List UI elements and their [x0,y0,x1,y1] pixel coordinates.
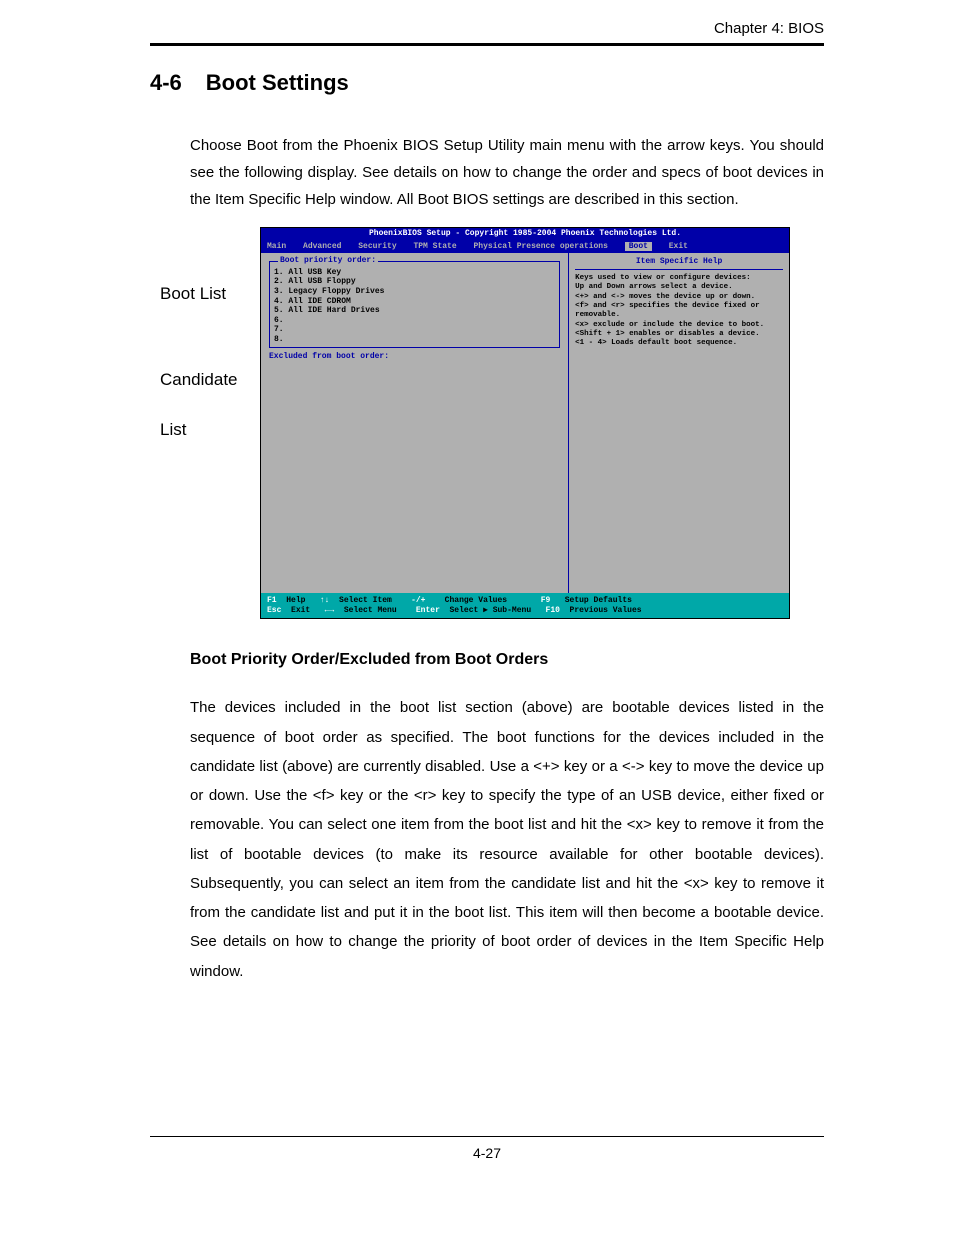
boot-item[interactable]: 3. Legacy Floppy Drives [274,287,555,297]
help-title: Item Specific Help [575,257,783,270]
label-candidate: Candidate [160,369,260,391]
bios-screenshot: PhoenixBIOS Setup - Copyright 1985-2004 … [260,227,790,619]
footer-select-menu: Select Menu [344,606,397,615]
key-plusminus: -/+ [411,596,425,605]
footer-change-values: Change Values [445,596,507,605]
boot-item[interactable]: 1. All USB Key [274,268,555,278]
label-boot-list: Boot List [160,283,260,305]
header-rule [150,43,824,46]
bios-help-pane: Item Specific Help Keys used to view or … [568,253,789,593]
menu-boot[interactable]: Boot [625,242,652,251]
boot-item[interactable]: 5. All IDE Hard Drives [274,306,555,316]
footer-defaults: Setup Defaults [565,596,632,605]
figure-row: Boot List Candidate List PhoenixBIOS Set… [160,227,824,619]
boot-item[interactable]: 2. All USB Floppy [274,277,555,287]
footer-select-item: Select Item [339,596,392,605]
key-enter: Enter [416,606,440,615]
subheading: Boot Priority Order/Excluded from Boot O… [190,651,824,669]
footer-rule [150,1136,824,1137]
boot-priority-label: Boot priority order: [278,256,378,265]
section-title-text: Boot Settings [206,70,349,95]
bios-body: Boot priority order: 1. All USB Key 2. A… [261,253,789,593]
key-leftright: ←→ [325,606,335,615]
key-f1: F1 [267,596,277,605]
boot-item[interactable]: 4. All IDE CDROM [274,297,555,307]
label-list: List [160,419,260,441]
key-f9: F9 [541,596,551,605]
boot-items: 1. All USB Key 2. All USB Floppy 3. Lega… [274,268,555,345]
boot-item[interactable]: 8. [274,335,555,345]
boot-item[interactable]: 6. [274,316,555,326]
boot-item[interactable]: 7. [274,325,555,335]
excluded-label: Excluded from boot order: [269,352,560,362]
footer-submenu: Select ▶ Sub-Menu [449,606,531,615]
chapter-header: Chapter 4: BIOS [150,20,824,37]
footer-exit: Exit [291,606,310,615]
document-page: Chapter 4: BIOS 4-6 Boot Settings Choose … [0,0,954,1201]
footer-prev-values: Previous Values [570,606,642,615]
menu-advanced[interactable]: Advanced [303,242,341,251]
menu-tpm[interactable]: TPM State [413,242,456,251]
menu-security[interactable]: Security [358,242,396,251]
key-updown: ↑↓ [320,596,330,605]
section-heading: 4-6 Boot Settings [150,70,824,96]
page-number: 4-27 [150,1145,824,1161]
footer-help: Help [286,596,305,605]
help-text: Keys used to view or configure devices: … [575,274,783,349]
side-labels: Boot List Candidate List [160,227,260,441]
key-esc: Esc [267,606,281,615]
menu-main[interactable]: Main [267,242,286,251]
body-paragraph: The devices included in the boot list se… [190,693,824,986]
key-f10: F10 [546,606,560,615]
intro-paragraph: Choose Boot from the Phoenix BIOS Setup … [190,132,824,213]
bios-left-pane: Boot priority order: 1. All USB Key 2. A… [261,253,568,593]
bios-footer: F1 Help ↑↓ Select Item -/+ Change Values… [261,593,789,618]
menu-ppo[interactable]: Physical Presence operations [473,242,607,251]
bios-menu-bar: Main Advanced Security TPM State Physica… [261,240,789,254]
boot-priority-box: Boot priority order: 1. All USB Key 2. A… [269,261,560,347]
section-number: 4-6 [150,70,182,96]
bios-title-bar: PhoenixBIOS Setup - Copyright 1985-2004 … [261,228,789,240]
menu-exit[interactable]: Exit [669,242,688,251]
